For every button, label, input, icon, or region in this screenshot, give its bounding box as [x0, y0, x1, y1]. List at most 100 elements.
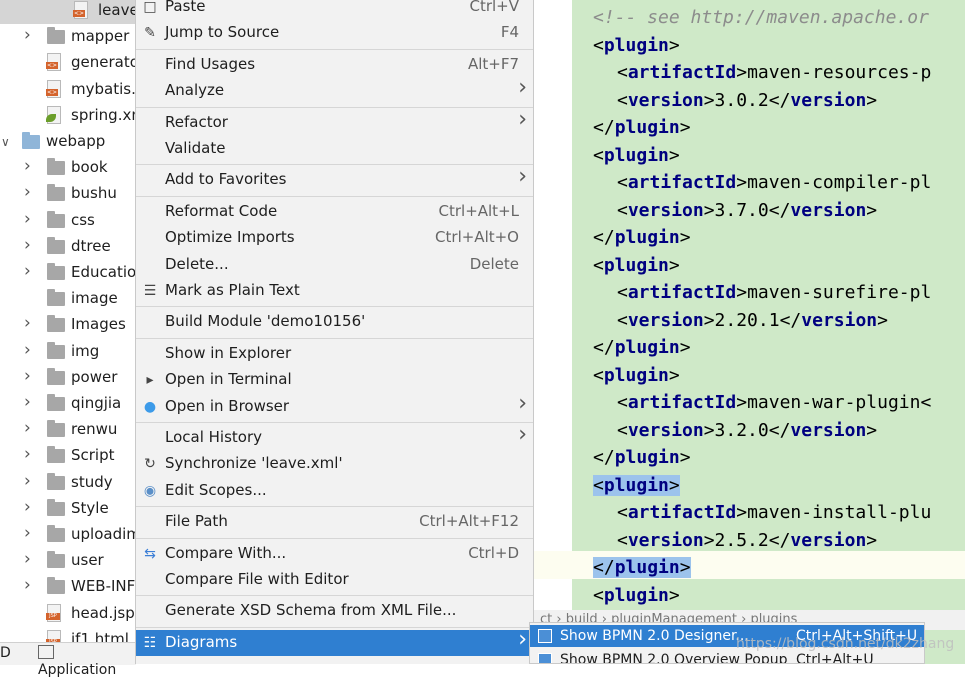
compare-icon: ⇆: [144, 545, 156, 562]
bpmn-icon: [538, 629, 552, 643]
menu-item-label: Add to Favorites: [165, 170, 287, 189]
menu-item-label: Delete...: [165, 254, 229, 273]
menu-item-open-in-browser[interactable]: ● Open in Browser ›: [136, 390, 533, 420]
tree-item[interactable]: › renwu: [0, 417, 136, 443]
menu-item-mark-as-plain-text[interactable]: ☰ Mark as Plain Text: [136, 278, 533, 304]
code-line: </plugin>: [593, 114, 691, 141]
menu-item-optimize-imports[interactable]: Optimize Imports Ctrl+Alt+O: [136, 225, 533, 251]
jsp-file-icon: JSP: [46, 603, 61, 622]
tree-item[interactable]: image: [0, 286, 136, 312]
code-line: <artifactId>maven-war-plugin<: [617, 389, 931, 416]
xml-text: 2.20.1: [714, 309, 780, 331]
chevron-right-icon[interactable]: ›: [24, 261, 31, 281]
tree-item[interactable]: › bushu: [0, 181, 136, 207]
chevron-right-icon[interactable]: ›: [24, 444, 31, 464]
tree-item[interactable]: › uploadim: [0, 522, 141, 548]
menu-item-edit-scopes[interactable]: ◉ Edit Scopes...: [136, 478, 533, 504]
menu-item-shortcut: Alt+F7: [467, 54, 519, 73]
xml-text: maven-install-plu: [747, 502, 932, 523]
chevron-right-icon[interactable]: ›: [24, 392, 31, 412]
menu-item-compare-file-with-editor[interactable]: Compare File with Editor: [136, 567, 533, 593]
menu-item-refactor[interactable]: Refactor ›: [136, 107, 533, 136]
chevron-right-icon[interactable]: ›: [24, 156, 31, 176]
chevron-right-icon[interactable]: ›: [24, 366, 31, 386]
tree-item[interactable]: › dtree: [0, 234, 136, 260]
xml-open-tag: <plugin>: [593, 34, 680, 56]
menu-item-local-history[interactable]: Local History ›: [136, 422, 533, 451]
tree-item[interactable]: › power: [0, 365, 136, 391]
xml-bracket: <: [617, 419, 628, 441]
menu-item-label: Paste: [165, 0, 206, 15]
menu-item-add-to-favorites[interactable]: Add to Favorites ›: [136, 164, 533, 193]
tree-item[interactable]: <> generator: [0, 50, 145, 76]
menu-item-delete[interactable]: Delete... Delete: [136, 252, 533, 278]
menu-item-synchronize-leave-xml[interactable]: ↻ Synchronize 'leave.xml': [136, 451, 533, 477]
chevron-right-icon[interactable]: ›: [24, 471, 31, 491]
menu-item-find-usages[interactable]: Find Usages Alt+F7: [136, 52, 533, 78]
application-tab[interactable]: Application: [38, 645, 136, 678]
chevron-right-icon[interactable]: ›: [24, 25, 31, 45]
menu-item-validate[interactable]: Validate: [136, 136, 533, 162]
menu-item-show-in-explorer[interactable]: Show in Explorer: [136, 341, 533, 367]
menu-item-open-in-terminal[interactable]: ▸ Open in Terminal: [136, 367, 533, 393]
tree-item[interactable]: JSP head.jsp: [0, 601, 136, 627]
menu-item-generate-xsd-schema-from-xml-file[interactable]: Generate XSD Schema from XML File...: [136, 598, 533, 624]
xml-bracket: </: [768, 199, 791, 221]
code-editor[interactable]: <!-- see http://maven.apache.or <plugin> <…: [534, 0, 965, 664]
code-line: <version>2.20.1</version>: [617, 307, 888, 334]
menu-item-label: Synchronize 'leave.xml': [165, 454, 343, 473]
tree-item[interactable]: › book: [0, 155, 136, 181]
menu-item-reformat-code[interactable]: Reformat Code Ctrl+Alt+L: [136, 199, 533, 225]
menu-item-analyze[interactable]: Analyze ›: [136, 75, 533, 104]
xml-tag-name: version: [801, 309, 878, 331]
folder-icon: [47, 394, 65, 411]
tree-item[interactable]: <> mybatis.x: [0, 77, 145, 103]
tree-item[interactable]: › mapper: [0, 24, 136, 50]
chevron-down-icon[interactable]: ∨: [1, 135, 10, 149]
tree-item[interactable]: › Education: [0, 260, 146, 286]
chevron-right-icon[interactable]: ›: [24, 575, 31, 595]
tree-item[interactable]: › user: [0, 548, 136, 574]
chevron-right-icon: ›: [518, 390, 527, 416]
tree-item[interactable]: ∨ webapp: [0, 129, 136, 155]
chevron-right-icon[interactable]: ›: [24, 418, 31, 438]
menu-item-label: Open in Terminal: [165, 370, 292, 389]
tree-item-label: Images: [71, 315, 126, 334]
menu-item-compare-with[interactable]: ⇆ Compare With... Ctrl+D: [136, 541, 533, 567]
xml-bracket: >: [866, 89, 878, 111]
tree-item[interactable]: › WEB-INF: [0, 574, 136, 600]
menu-item-file-path[interactable]: File Path Ctrl+Alt+F12: [136, 509, 533, 535]
chevron-right-icon[interactable]: ›: [24, 340, 31, 360]
tree-item[interactable]: <> leave.: [0, 0, 143, 24]
xml-file-icon: <>: [46, 79, 61, 98]
chevron-right-icon[interactable]: ›: [24, 182, 31, 202]
xml-open-tag: <plugin>: [593, 364, 680, 386]
xml-close-tag: </plugin>: [593, 227, 691, 248]
chevron-right-icon[interactable]: ›: [24, 235, 31, 255]
tree-item[interactable]: › img: [0, 339, 136, 365]
code-line: <artifactId>maven-compiler-pl: [617, 169, 931, 196]
chevron-right-icon[interactable]: ›: [24, 523, 31, 543]
tree-item[interactable]: › qingjia: [0, 391, 136, 417]
code-line: </plugin>: [593, 224, 691, 251]
tree-item[interactable]: › Style: [0, 496, 136, 522]
tree-item[interactable]: spring.xm: [0, 103, 146, 129]
tree-item[interactable]: › Script: [0, 443, 136, 469]
tree-item[interactable]: › study: [0, 470, 136, 496]
tree-item[interactable]: › css: [0, 208, 136, 234]
folder-icon: [47, 341, 65, 359]
xml-bracket: >: [736, 502, 748, 523]
menu-item-diagrams[interactable]: ☷ Diagrams ›: [136, 627, 533, 656]
xml-text: 2.5.2: [714, 529, 769, 551]
menu-item-paste[interactable]: □ Paste Ctrl+V: [136, 0, 533, 20]
menu-item-jump-to-source[interactable]: ✎ Jump to Source F4: [136, 20, 533, 46]
chevron-right-icon[interactable]: ›: [24, 313, 31, 333]
chevron-right-icon[interactable]: ›: [24, 549, 31, 569]
menu-item-label: Find Usages: [165, 54, 256, 73]
chevron-right-icon: ›: [518, 75, 527, 101]
menu-item-build-module-demo10156[interactable]: Build Module 'demo10156': [136, 309, 533, 335]
chevron-right-icon[interactable]: ›: [24, 497, 31, 517]
chevron-right-icon[interactable]: ›: [24, 209, 31, 229]
menu-item-label: Compare With...: [165, 543, 287, 562]
tree-item[interactable]: › Images: [0, 312, 136, 338]
